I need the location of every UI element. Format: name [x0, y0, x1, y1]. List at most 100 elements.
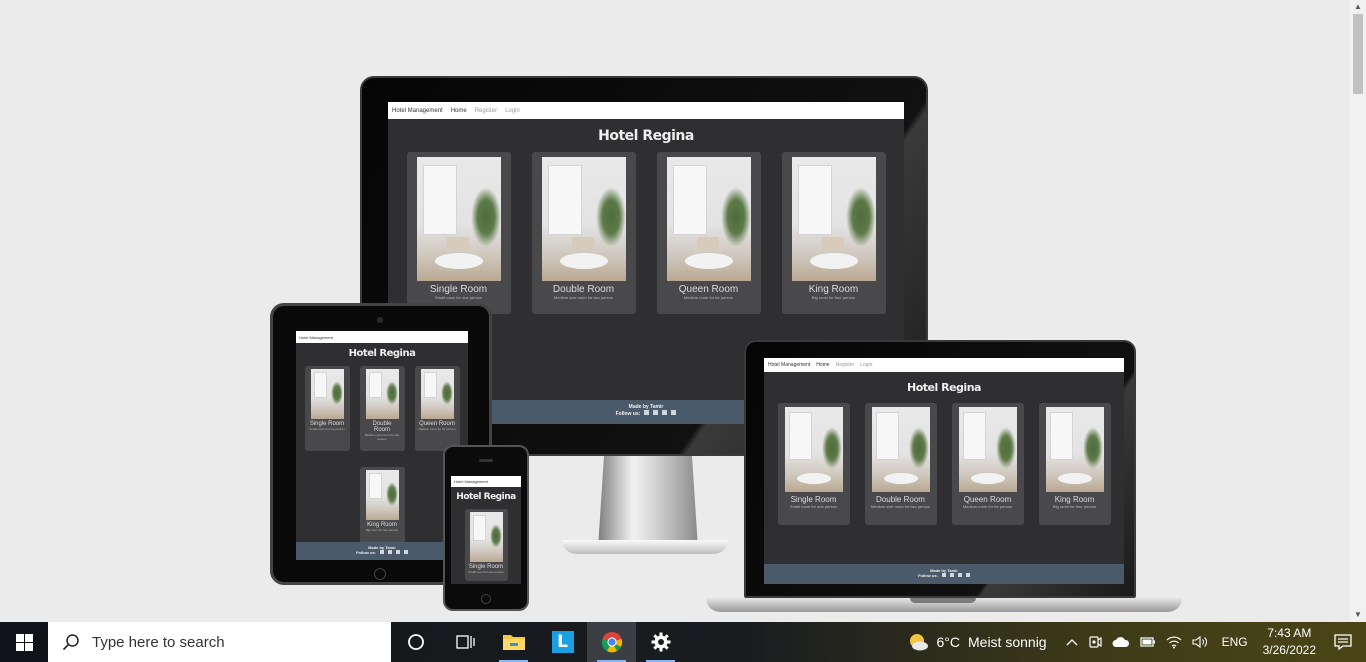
instagram-icon[interactable]: [662, 410, 668, 415]
laptop-mockup: Hotel Management Home Register Login Hot…: [704, 340, 1184, 616]
chevron-up-icon[interactable]: [1066, 638, 1078, 646]
scrollbar-thumb[interactable]: [1353, 14, 1363, 94]
room-name: Queen Room: [678, 284, 739, 295]
onedrive-icon[interactable]: [1112, 636, 1130, 648]
settings-icon[interactable]: [636, 622, 685, 662]
room-card[interactable]: Single Room Small room for one person: [304, 366, 350, 451]
windows-start-icon[interactable]: [0, 622, 48, 662]
room-cards: Single Room Small room for one person Do…: [764, 403, 1124, 525]
nav-brand[interactable]: Hotel Management: [299, 335, 333, 340]
instagram-icon[interactable]: [395, 550, 400, 554]
language-indicator[interactable]: ENG: [1222, 635, 1248, 649]
room-card[interactable]: Single Room Small room for one person: [777, 403, 850, 525]
room-name: Double Room: [552, 284, 615, 295]
room-card[interactable]: Double Room Medium size room for two per…: [864, 403, 937, 525]
nav-login-link[interactable]: Login: [505, 108, 520, 114]
nav-register-link[interactable]: Register: [836, 362, 855, 368]
nav-login-link[interactable]: Login: [860, 362, 872, 368]
room-card[interactable]: Queen Room Medium room for for person: [656, 152, 761, 314]
battery-icon[interactable]: [1139, 636, 1156, 648]
site-footer: Made by Tamir Follow us:: [764, 564, 1124, 584]
scroll-up-arrow-icon[interactable]: ▲: [1350, 0, 1366, 14]
room-photo: [365, 470, 399, 520]
nav-brand[interactable]: Hotel Management: [392, 108, 443, 114]
search-placeholder: Type here to search: [92, 633, 225, 651]
room-desc: Medium room for for person: [683, 295, 734, 300]
youtube-icon[interactable]: [965, 573, 970, 577]
room-desc: Small room for one person: [309, 427, 345, 431]
wifi-icon[interactable]: [1166, 635, 1182, 649]
youtube-icon[interactable]: [671, 410, 677, 415]
twitter-icon[interactable]: [949, 573, 954, 577]
room-desc: Big room for four person: [811, 295, 856, 300]
tablet-home-button: [374, 568, 386, 580]
page-title: Hotel Regina: [598, 128, 694, 144]
facebook-icon[interactable]: [644, 410, 650, 415]
room-photo: [666, 157, 751, 281]
clock-time: 7:43 AM: [1267, 626, 1312, 640]
search-icon: [62, 634, 79, 651]
notifications-icon[interactable]: [1334, 634, 1352, 650]
page-title: Hotel Regina: [907, 381, 981, 394]
room-desc: Medium size room for two person: [553, 295, 614, 300]
twitter-icon[interactable]: [653, 410, 659, 415]
cortana-icon[interactable]: [391, 622, 440, 662]
nav-register-link[interactable]: Register: [475, 108, 497, 114]
nav-brand[interactable]: Hotel Management: [454, 479, 488, 484]
file-explorer-icon[interactable]: [489, 622, 538, 662]
nav-brand[interactable]: Hotel Management: [768, 362, 810, 368]
vertical-scrollbar[interactable]: ▲ ▼: [1350, 0, 1366, 622]
chrome-icon[interactable]: [587, 622, 636, 662]
room-card[interactable]: Single Room Small room for one person: [464, 509, 508, 581]
room-card[interactable]: King Room Big room for four person: [359, 467, 405, 543]
room-card[interactable]: Queen Room Medium room for for person: [414, 366, 460, 451]
phone-speaker: [479, 459, 493, 462]
navbar: Hotel Management Home Register Login: [764, 358, 1124, 372]
room-desc: Big room for four person: [1052, 504, 1097, 509]
l-app-icon[interactable]: L: [538, 622, 587, 662]
room-cards: Single Room Small room for one person Do…: [302, 366, 462, 543]
weather-temp: 6°C: [936, 634, 961, 650]
room-card[interactable]: King Room Big room for four person: [1038, 403, 1111, 525]
laptop-screen: Hotel Management Home Register Login Hot…: [764, 358, 1124, 584]
page-title: Hotel Regina: [348, 348, 416, 359]
room-card[interactable]: Double Room Medium size room for two per…: [359, 366, 405, 451]
monitor-stand: [598, 456, 698, 548]
clock[interactable]: 7:43 AM 3/26/2022: [1263, 625, 1316, 659]
instagram-icon[interactable]: [957, 573, 962, 577]
system-tray: 6°C Meist sonnig ENG 7:43 AM 3/26/2022: [902, 622, 1366, 662]
room-desc: Small room for one person: [789, 504, 838, 509]
room-photo: [365, 369, 399, 419]
tablet-camera: [377, 317, 383, 323]
room-card[interactable]: Queen Room Medium room for for person: [951, 403, 1024, 525]
room-desc: Medium size room for two person: [870, 504, 931, 509]
room-cards: Single Room Small room for one person Do…: [388, 152, 904, 314]
room-photo: [871, 407, 930, 492]
weather-widget[interactable]: 6°C Meist sonnig: [907, 632, 1047, 652]
room-photo: [958, 407, 1017, 492]
footer-social: Follow us:: [764, 573, 1124, 578]
task-view-icon[interactable]: [440, 622, 489, 662]
room-card[interactable]: King Room Big room for four person: [781, 152, 886, 314]
room-name: Double Room: [372, 421, 392, 433]
room-cards: Single Room Small room for one person: [451, 509, 521, 581]
nav-home-link[interactable]: Home: [816, 362, 829, 368]
scroll-down-arrow-icon[interactable]: ▼: [1350, 608, 1366, 622]
volume-icon[interactable]: [1192, 635, 1208, 649]
youtube-icon[interactable]: [403, 550, 408, 554]
meet-icon[interactable]: [1088, 635, 1102, 649]
navbar: Hotel Management: [451, 476, 521, 487]
room-desc: Medium room for for person: [962, 504, 1013, 509]
facebook-icon[interactable]: [941, 573, 946, 577]
phone-screen: Hotel Management Hotel Regina Single Roo…: [451, 476, 521, 584]
twitter-icon[interactable]: [387, 550, 392, 554]
nav-home-link[interactable]: Home: [451, 108, 467, 114]
room-name: King Room: [1054, 495, 1095, 504]
room-card[interactable]: Single Room Small room for one person: [406, 152, 511, 314]
room-card[interactable]: Double Room Medium size room for two per…: [531, 152, 636, 314]
taskbar-search-box[interactable]: Type here to search: [48, 622, 391, 662]
browser-viewport: Hotel Management Home Register Login Hot…: [0, 0, 1350, 622]
room-photo: [420, 369, 454, 419]
facebook-icon[interactable]: [379, 550, 384, 554]
weather-icon: [909, 634, 928, 651]
